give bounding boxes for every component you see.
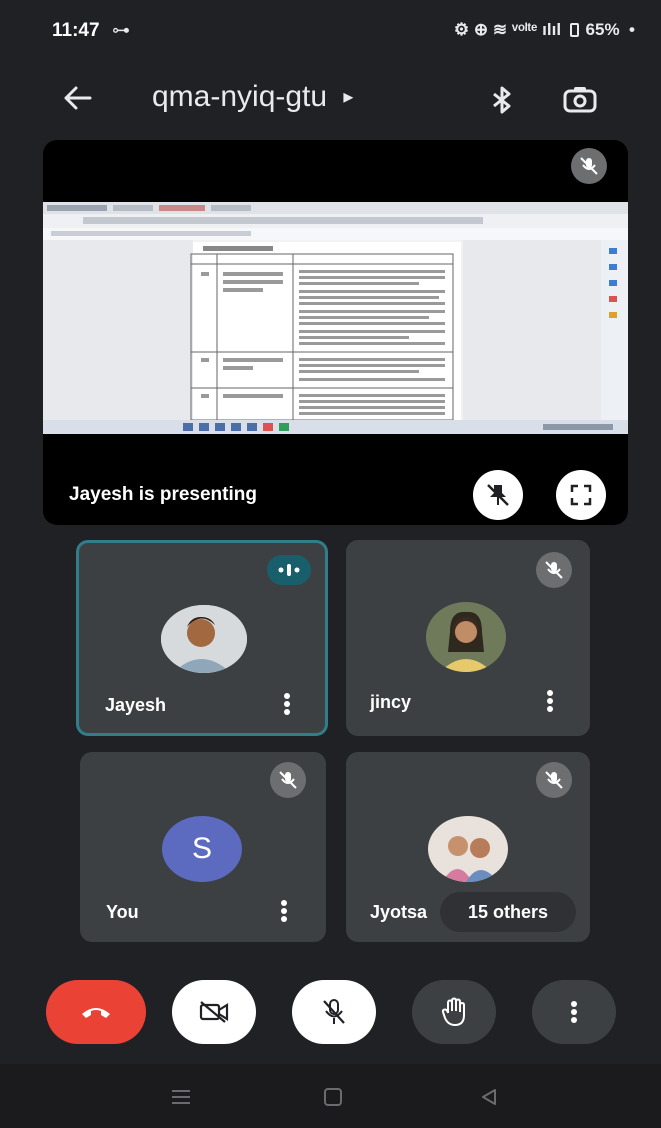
others-chip[interactable]: 15 others — [440, 892, 576, 932]
triangle-back-icon — [482, 1089, 496, 1105]
participant-tile-you[interactable]: S You — [80, 752, 326, 942]
speaking-indicator — [267, 555, 311, 585]
avatar-photo — [428, 816, 508, 882]
pin-off-icon — [487, 484, 509, 506]
avatar-you: S — [162, 816, 242, 882]
participant-options-button[interactable] — [275, 689, 299, 719]
raise-hand-button[interactable] — [412, 980, 496, 1044]
hand-icon — [441, 997, 465, 1026]
participant-options-button[interactable] — [272, 896, 296, 926]
participant-name: You — [106, 902, 139, 922]
key-icon: ⊶ — [112, 20, 130, 40]
flip-camera-icon — [563, 87, 597, 113]
more-vert-icon — [281, 900, 287, 922]
mic-off-icon — [279, 771, 297, 789]
recents-button[interactable] — [166, 1084, 196, 1110]
participant-name: jincy — [370, 692, 412, 712]
chevron-right-icon: ▸ — [343, 86, 354, 108]
avatar-jincy — [426, 602, 506, 672]
meeting-title[interactable]: qma-nyiq-gtu ▸ — [152, 80, 353, 114]
shared-document-image — [43, 202, 628, 434]
more-options-button[interactable] — [532, 980, 616, 1044]
participant-name: Jayesh — [105, 695, 167, 715]
bluetooth-icon — [493, 86, 511, 114]
mic-off-icon — [580, 157, 598, 175]
participant-name: Jyotsa — [370, 902, 428, 922]
back-button[interactable] — [56, 76, 100, 120]
status-bar: 11:47 ⊶ ⚙ ⊕ ≋ ᵛᵒˡᵗᵉ ılıl 65% • — [0, 0, 661, 56]
unpin-button[interactable] — [473, 470, 523, 520]
fullscreen-button[interactable] — [556, 470, 606, 520]
mic-off-icon — [545, 561, 563, 579]
mic-off-icon — [323, 999, 345, 1024]
system-navigation-bar — [0, 1064, 661, 1128]
home-button[interactable] — [318, 1084, 348, 1110]
avatar-jyotsa — [428, 816, 508, 882]
call-end-icon — [82, 1008, 110, 1018]
battery-percent: 65% — [585, 20, 620, 39]
square-icon — [324, 1088, 342, 1106]
battery-icon — [569, 23, 579, 37]
muted-badge — [536, 552, 572, 588]
participant-tile-jyotsa[interactable]: Jyotsa 15 others — [346, 752, 590, 942]
camera-toggle-button[interactable] — [172, 980, 256, 1044]
switch-camera-button[interactable] — [556, 78, 604, 122]
audio-wave-icon — [278, 564, 300, 576]
others-count: 15 others — [467, 901, 549, 922]
avatar-photo — [426, 602, 506, 672]
fullscreen-icon — [570, 484, 592, 506]
participant-tile-jayesh[interactable]: Jayesh — [76, 540, 328, 736]
meeting-code: qma-nyiq-gtu — [152, 80, 328, 113]
participant-options-button[interactable] — [538, 686, 562, 716]
shared-screen — [43, 202, 628, 434]
status-icons: ⚙ ⊕ ≋ ᵛᵒˡᵗᵉ ılıl — [453, 20, 562, 39]
participant-tile-jincy[interactable]: jincy — [346, 540, 590, 736]
muted-badge — [536, 762, 572, 798]
avatar-photo — [161, 605, 247, 673]
status-time: 11:47 — [52, 20, 100, 41]
stage-muted-badge — [571, 148, 607, 184]
more-vert-icon — [547, 690, 553, 712]
status-indicators: ⚙ ⊕ ≋ ᵛᵒˡᵗᵉ ılıl 65% • — [453, 20, 635, 39]
more-vert-icon — [571, 1001, 577, 1023]
mic-off-icon — [545, 771, 563, 789]
back-nav-button[interactable] — [474, 1084, 504, 1110]
avatar-jayesh — [161, 605, 247, 673]
audio-output-button[interactable] — [480, 78, 524, 122]
menu-lines-icon — [172, 1090, 190, 1104]
videocam-off-icon — [199, 1001, 229, 1023]
presenting-label: Jayesh is presenting — [69, 484, 257, 505]
end-call-button[interactable] — [46, 980, 146, 1044]
mic-toggle-button[interactable] — [292, 980, 376, 1044]
muted-badge — [270, 762, 306, 798]
arrow-left-icon — [64, 86, 92, 110]
presentation-stage[interactable]: Jayesh is presenting — [43, 140, 628, 525]
more-vert-icon — [284, 693, 290, 715]
